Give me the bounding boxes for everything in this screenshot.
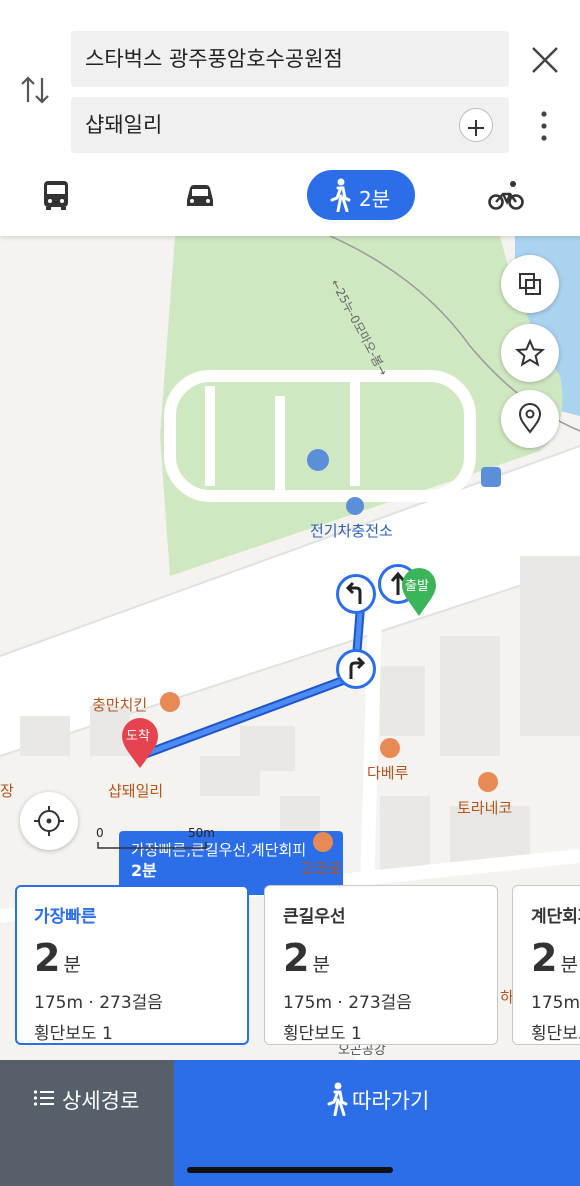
layers-icon (519, 273, 541, 295)
walk-icon (327, 1082, 348, 1116)
car-icon (187, 185, 213, 206)
mode-bicycle-tab[interactable] (486, 170, 526, 220)
route-card-crosswalk: 횡단보도 1 (34, 1024, 113, 1044)
route-card-crosswalk: 횡단보도 1 (283, 1024, 362, 1044)
route-card-distance: 175m · 273걸음 (283, 993, 412, 1013)
poi-shopdwaeilli: 샵돼일리 (108, 782, 164, 800)
turn-right-icon (349, 656, 366, 679)
bus-icon (44, 181, 68, 210)
route-card-unit: 분 (560, 954, 578, 976)
edge-label: 장 (0, 782, 14, 800)
bicycle-icon (488, 181, 524, 210)
more-options-icon[interactable] (534, 108, 554, 144)
start-marker: 출발 (400, 566, 438, 618)
walk-icon (330, 178, 351, 212)
route-card-unit: 분 (312, 954, 330, 976)
route-card-avoid-stairs[interactable]: 계단회피 2분 175m · 273걸음 횡단보도 1 (512, 885, 580, 1045)
poi-daberu: 다베루 (367, 764, 409, 782)
poi-gokoro: 고코로 (300, 860, 342, 878)
destination-text: 샵돼일리 (85, 113, 163, 137)
search-panel: 스타벅스 광주풍암호수공원점 샵돼일리 2분 (0, 0, 580, 236)
ev-charging-label: 전기차충전소 (310, 522, 393, 540)
route-card-time: 2 (34, 936, 61, 980)
destination-field[interactable]: 샵돼일리 (71, 97, 509, 153)
mode-bus-tab[interactable] (36, 170, 76, 220)
route-card-fastest[interactable]: 가장빠른 2분 175m · 273걸음 횡단보도 1 (15, 885, 249, 1045)
origin-field[interactable]: 스타벅스 광주풍암호수공원점 (71, 31, 509, 87)
home-indicator (187, 1167, 393, 1173)
route-card-main-road[interactable]: 큰길우선 2분 175m · 273걸음 횡단보도 1 (264, 885, 498, 1045)
restaurant-icon (160, 692, 180, 712)
end-label: 도착 (126, 729, 150, 744)
pin-icon (518, 403, 542, 434)
mode-walk-tab[interactable]: 2분 (307, 170, 415, 220)
route-card-title: 가장빠른 (34, 907, 97, 927)
route-card-distance: 175m · 273걸음 (34, 993, 163, 1013)
route-card-title: 큰길우선 (283, 907, 346, 927)
restaurant-icon (313, 832, 333, 852)
route-card-time: 2 (531, 936, 558, 980)
start-label: 출발 (405, 579, 429, 594)
restaurant-icon (478, 772, 498, 792)
mode-car-tab[interactable] (180, 170, 220, 220)
detail-route-label: 상세경로 (62, 1089, 140, 1113)
restaurant-icon (380, 738, 400, 758)
swap-icon[interactable] (18, 70, 54, 110)
layers-button[interactable] (501, 255, 559, 313)
turn-left-marker (336, 574, 376, 614)
route-card-crosswalk: 횡단보도 1 (531, 1024, 580, 1044)
detail-route-button[interactable]: 상세경로 (0, 1060, 174, 1186)
route-card-clip: 계단회피 2분 175m · 273걸음 횡단보도 1 (512, 885, 580, 1045)
end-marker: 도착 (120, 716, 160, 770)
poi-toraneko: 토라네코 (457, 799, 513, 817)
follow-label: 따라가기 (352, 1089, 430, 1113)
add-waypoint-button[interactable] (459, 108, 493, 142)
route-card-time: 2 (283, 936, 310, 980)
turn-right-marker (336, 649, 376, 689)
turn-left-icon (345, 581, 362, 604)
current-location-button[interactable] (20, 792, 78, 850)
list-icon (33, 1090, 54, 1106)
favorite-button[interactable] (501, 324, 559, 382)
star-icon (514, 338, 546, 367)
route-card-unit: 분 (63, 954, 81, 976)
walk-time: 2분 (359, 187, 391, 211)
route-card-title: 계단회피 (531, 907, 580, 927)
close-icon[interactable] (527, 42, 563, 78)
poi-chungman-chicken: 충만치킨 (92, 696, 148, 714)
route-card-distance: 175m · 273걸음 (531, 993, 580, 1013)
scale-bar: 0 50m (96, 826, 216, 852)
crosshair-icon (34, 806, 64, 836)
location-pin-button[interactable] (501, 390, 559, 448)
